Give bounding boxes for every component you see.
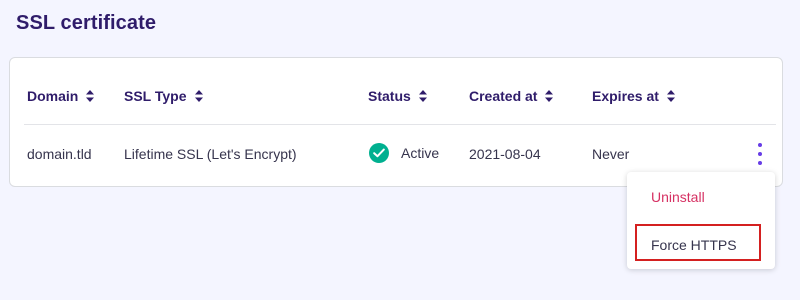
check-circle-icon (369, 143, 389, 163)
status-label: Active (401, 145, 440, 161)
column-header-created-at[interactable]: Created at (469, 88, 554, 104)
column-header-label: Created at (469, 88, 538, 104)
ssl-table-card: Domain SSL Type Status Created at Expire… (9, 57, 783, 187)
column-header-label: SSL Type (124, 88, 187, 104)
page-title: SSL certificate (16, 12, 157, 34)
sort-icon (418, 90, 427, 102)
column-header-status[interactable]: Status (368, 88, 427, 104)
row-actions-menu: Uninstall Force HTTPS (627, 172, 775, 269)
cell-domain: domain.tld (27, 146, 92, 162)
column-header-label: Expires at (592, 88, 659, 104)
cell-ssl-type: Lifetime SSL (Let's Encrypt) (124, 146, 297, 162)
header-divider (24, 124, 776, 125)
menu-item-force-https[interactable]: Force HTTPS (651, 237, 737, 253)
cell-status: Active (369, 143, 439, 163)
column-header-expires-at[interactable]: Expires at (592, 88, 675, 104)
cell-created-at: 2021-08-04 (469, 146, 541, 162)
column-header-label: Domain (27, 88, 79, 104)
sort-icon (545, 90, 554, 102)
column-header-domain[interactable]: Domain (27, 88, 95, 104)
more-vertical-icon[interactable] (753, 143, 767, 165)
menu-item-uninstall[interactable]: Uninstall (651, 189, 705, 205)
column-header-ssl-type[interactable]: SSL Type (124, 88, 203, 104)
sort-icon (86, 90, 95, 102)
cell-expires-at: Never (592, 146, 630, 162)
column-header-label: Status (368, 88, 411, 104)
sort-icon (666, 90, 675, 102)
sort-icon (194, 90, 203, 102)
